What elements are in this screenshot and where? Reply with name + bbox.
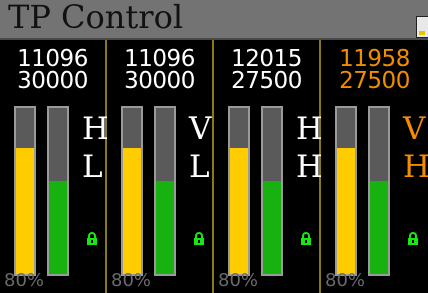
green-meter <box>47 106 69 276</box>
channel-panel[interactable]: 12015 27500 H H 80% <box>214 40 324 293</box>
polarization-letter-top: V <box>403 111 426 147</box>
green-meter <box>368 106 390 276</box>
green-meter-fill <box>370 181 388 274</box>
channel-value-bottom: 30000 <box>124 68 195 94</box>
yellow-meter <box>14 106 36 276</box>
percent-label: 80% <box>111 270 152 291</box>
page-title: TP Control <box>8 0 184 36</box>
channel-panel[interactable]: 11096 30000 V L 80% <box>107 40 214 293</box>
channel-value-bottom: 27500 <box>339 68 410 94</box>
green-meter-fill <box>156 181 174 274</box>
yellow-meter <box>228 106 250 276</box>
percent-label: 80% <box>325 270 366 291</box>
percent-label: 80% <box>4 270 45 291</box>
yellow-meter-fill <box>337 147 355 274</box>
status-icon[interactable] <box>416 16 428 38</box>
lock-icon[interactable] <box>406 232 420 246</box>
percent-label: 80% <box>218 270 259 291</box>
yellow-meter-fill <box>230 147 248 274</box>
polarization-letter-bottom: H <box>403 149 428 185</box>
green-meter <box>261 106 283 276</box>
lock-icon[interactable] <box>299 232 313 246</box>
channel-panel[interactable]: 11958 27500 V H 80% <box>321 40 428 293</box>
channel-value-bottom: 27500 <box>231 68 302 94</box>
polarization-letter-top: H <box>82 111 110 147</box>
channel-value-bottom: 30000 <box>17 68 88 94</box>
yellow-meter <box>335 106 357 276</box>
green-meter-fill <box>49 181 67 274</box>
polarization-letter-bottom: L <box>189 149 210 185</box>
polarization-letter-top: H <box>296 111 324 147</box>
lock-icon[interactable] <box>85 232 99 246</box>
polarization-letter-top: V <box>189 111 212 147</box>
green-meter-fill <box>263 181 281 274</box>
polarization-letter-bottom: L <box>82 149 103 185</box>
channel-panel[interactable]: 11096 30000 H L 80% <box>0 40 110 293</box>
title-bar: TP Control <box>0 0 428 40</box>
yellow-meter-fill <box>16 147 34 274</box>
green-meter <box>154 106 176 276</box>
yellow-meter <box>121 106 143 276</box>
yellow-meter-fill <box>123 147 141 274</box>
lock-icon[interactable] <box>192 232 206 246</box>
polarization-letter-bottom: H <box>296 149 324 185</box>
